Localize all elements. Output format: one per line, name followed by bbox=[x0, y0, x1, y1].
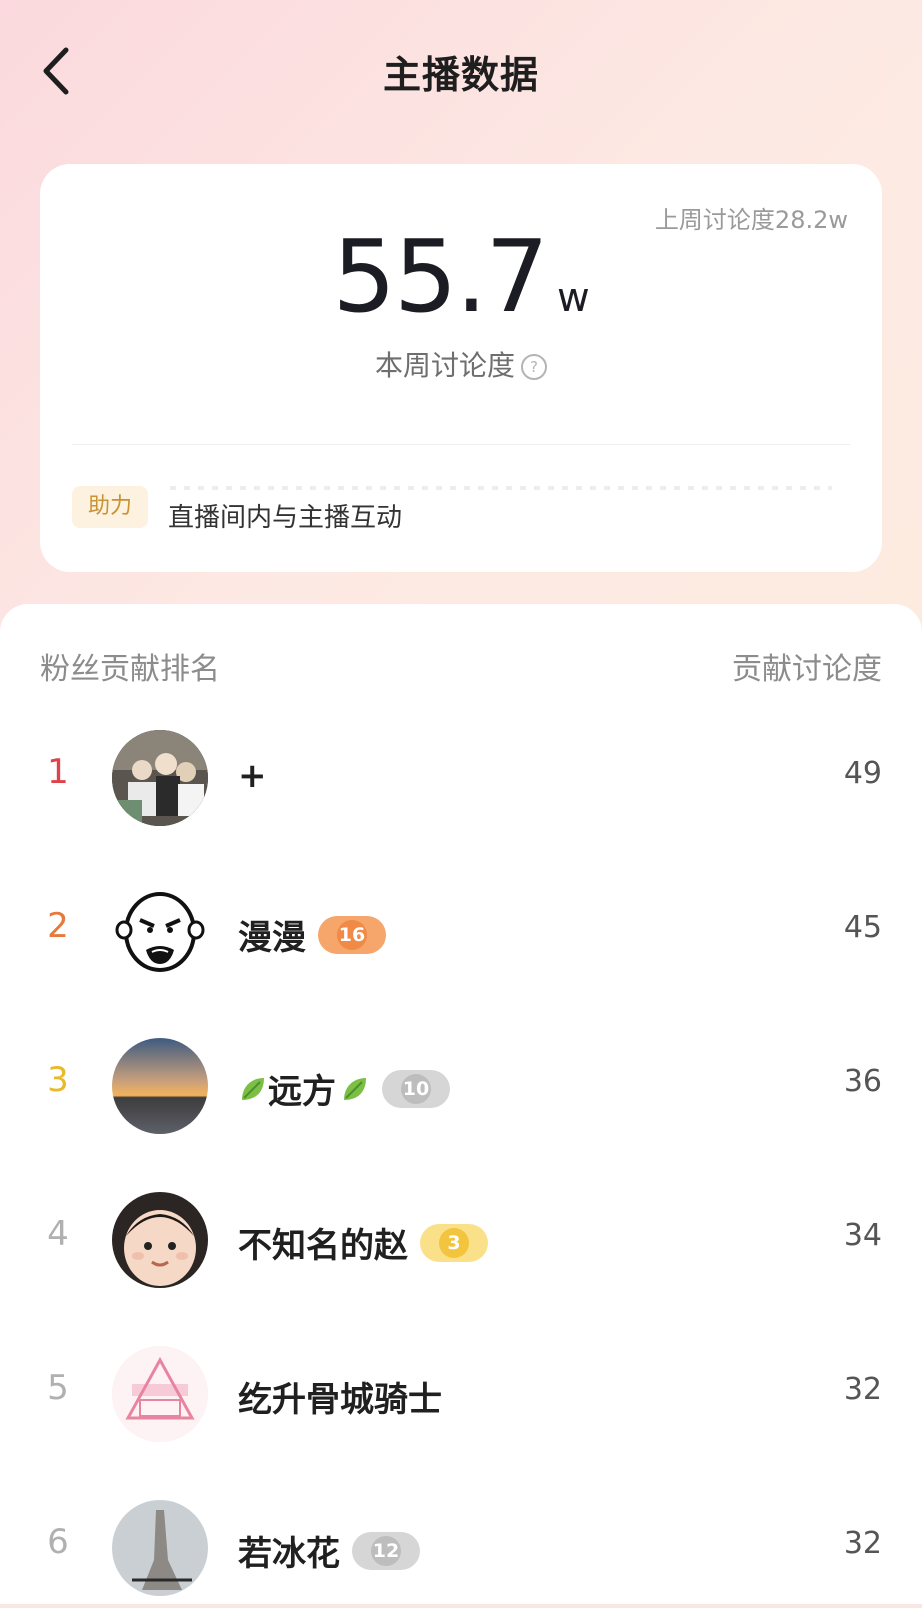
fan-level-badge: 10 bbox=[382, 1069, 450, 1108]
user-name-wrap: + bbox=[238, 756, 267, 796]
user-name-wrap: 漫漫 16 bbox=[238, 910, 386, 959]
fan-level-badge: 3 bbox=[420, 1223, 488, 1262]
user-name[interactable]: 远方 bbox=[268, 1064, 336, 1113]
ranking-row[interactable]: 2 漫漫 16 45 bbox=[0, 872, 922, 992]
this-week-discussion-value: 55.7 w bbox=[40, 218, 882, 335]
scrolling-text-fade bbox=[170, 486, 832, 490]
user-name[interactable]: 漫漫 bbox=[238, 910, 306, 959]
page-title: 主播数据 bbox=[382, 53, 539, 97]
avatar[interactable] bbox=[112, 1346, 208, 1442]
user-name[interactable]: 不知名的赵 bbox=[238, 1218, 408, 1267]
contribution-score: 36 bbox=[843, 1064, 882, 1099]
ranking-row[interactable]: 1 + 49 bbox=[0, 718, 922, 838]
boost-description: 直播间内与主播互动 bbox=[168, 503, 403, 533]
user-name[interactable]: 若冰花 bbox=[238, 1526, 340, 1575]
ranking-row[interactable]: 3 远方 10 36 bbox=[0, 1026, 922, 1146]
leaf-icon bbox=[242, 1077, 264, 1100]
fan-level-badge: 12 bbox=[352, 1531, 420, 1570]
ranking-row[interactable]: 5 纥升骨城骑士 32 bbox=[0, 1334, 922, 1454]
fan-ranking-panel: 粉丝贡献排名 贡献讨论度 1 + 49 2 漫漫 16 45 3 远方 10 3… bbox=[0, 604, 922, 1604]
contribution-score: 49 bbox=[843, 756, 882, 791]
user-name-wrap: 纥升骨城骑士 bbox=[238, 1372, 442, 1421]
avatar[interactable] bbox=[112, 1192, 208, 1288]
user-name-wrap: 远方 10 bbox=[238, 1064, 450, 1113]
rank-number: 3 bbox=[47, 1060, 69, 1100]
leaf-icon bbox=[344, 1077, 366, 1100]
avatar[interactable] bbox=[112, 884, 208, 980]
cartoon-face-avatar-icon bbox=[115, 892, 205, 972]
user-name[interactable]: 纥升骨城骑士 bbox=[238, 1372, 442, 1421]
rank-number: 4 bbox=[47, 1214, 69, 1254]
fan-level-number: 12 bbox=[371, 1535, 401, 1566]
avatar[interactable] bbox=[112, 730, 208, 826]
rank-number: 6 bbox=[47, 1522, 69, 1562]
discussion-number: 55.7 bbox=[332, 218, 549, 335]
this-week-label-row: 本周讨论度? bbox=[40, 344, 882, 384]
fan-level-number: 10 bbox=[401, 1073, 431, 1104]
this-week-label: 本周讨论度 bbox=[374, 349, 515, 382]
rank-number: 1 bbox=[47, 752, 69, 792]
contribution-score: 32 bbox=[843, 1526, 882, 1561]
group-photo-avatar-icon bbox=[112, 730, 208, 826]
baby-face-avatar-icon bbox=[112, 1192, 208, 1288]
contribution-score: 45 bbox=[843, 910, 882, 945]
discussion-unit: w bbox=[556, 275, 590, 321]
ranking-row[interactable]: 4 不知名的赵 3 34 bbox=[0, 1180, 922, 1300]
avatar[interactable] bbox=[112, 1038, 208, 1134]
ranking-row[interactable]: 6 若冰花 12 32 bbox=[0, 1488, 922, 1608]
sculpture-avatar-icon bbox=[112, 1500, 208, 1596]
fan-level-number: 3 bbox=[439, 1227, 469, 1258]
contribution-score: 34 bbox=[843, 1218, 882, 1253]
fan-level-number: 16 bbox=[337, 919, 367, 950]
divider bbox=[72, 444, 850, 445]
boost-tag: 助力 bbox=[72, 486, 148, 528]
fan-level-badge: 16 bbox=[318, 915, 386, 954]
rank-number: 2 bbox=[47, 906, 69, 946]
avatar[interactable] bbox=[112, 1500, 208, 1596]
ranking-title: 粉丝贡献排名 bbox=[40, 652, 220, 687]
user-name-wrap: 不知名的赵 3 bbox=[238, 1218, 488, 1267]
sunset-avatar-icon bbox=[112, 1038, 208, 1134]
produce-101-logo-avatar-icon bbox=[112, 1346, 208, 1442]
user-name[interactable]: + bbox=[238, 756, 267, 796]
stats-card: 上周讨论度28.2w 55.7 w 本周讨论度? 助力 直播间内与主播互动 bbox=[40, 164, 882, 572]
rank-number: 5 bbox=[47, 1368, 69, 1408]
score-header: 贡献讨论度 bbox=[732, 652, 882, 687]
user-name-wrap: 若冰花 12 bbox=[238, 1526, 420, 1575]
top-bar: 主播数据 bbox=[0, 0, 922, 140]
contribution-score: 32 bbox=[843, 1372, 882, 1407]
help-icon[interactable]: ? bbox=[521, 354, 547, 380]
